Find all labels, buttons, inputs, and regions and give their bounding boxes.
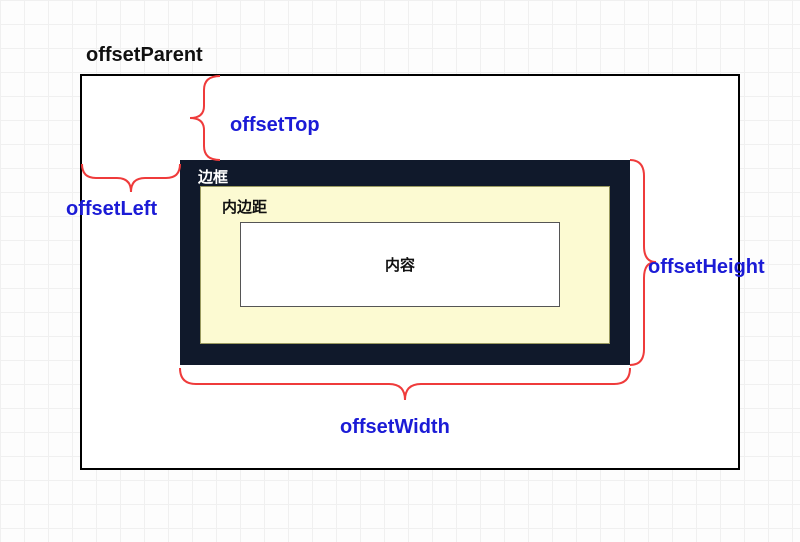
brace-offset-top xyxy=(180,76,230,160)
brace-offset-left xyxy=(82,160,180,200)
offset-left-label: offsetLeft xyxy=(66,198,157,221)
diagram-stage: offsetParent 边框 内边距 内容 offsetTop offsetL… xyxy=(0,0,800,542)
border-label: 边框 xyxy=(198,166,228,187)
offset-width-label: offsetWidth xyxy=(340,416,450,439)
offset-top-label: offsetTop xyxy=(230,114,320,137)
offset-height-label: offsetHeight xyxy=(648,256,765,279)
content-box: 内容 xyxy=(240,222,560,307)
offset-parent-label: offsetParent xyxy=(86,44,203,67)
content-label: 内容 xyxy=(385,254,415,275)
padding-label: 内边距 xyxy=(222,196,267,217)
brace-offset-width xyxy=(180,362,630,412)
